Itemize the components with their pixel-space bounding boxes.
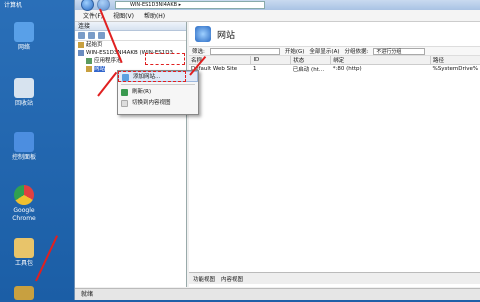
toolkit-desktop-icon[interactable]: 工具包 xyxy=(4,238,44,268)
content-view-icon xyxy=(121,100,128,107)
menu-help[interactable]: 帮助(H) xyxy=(144,11,165,20)
control-panel-desktop-icon[interactable]: 控制面板 xyxy=(4,132,44,162)
folder-icon xyxy=(14,238,34,258)
menu-item-switch-content-view[interactable]: 切换到内容视图 xyxy=(118,98,198,109)
menu-view[interactable]: 视图(V) xyxy=(113,11,134,20)
group-by-select[interactable]: 不进行分组 xyxy=(373,47,426,55)
cell-status: 已启动 (ht... xyxy=(292,67,325,73)
control-panel-icon xyxy=(14,132,34,152)
main-pane: 网站 筛选: 开始(G) 全部显示(A) 分组依据: 不进行分组 名称 ID 状… xyxy=(189,22,480,287)
recycle-bin-desktop-icon[interactable]: 回收站 xyxy=(4,78,44,108)
connect-icon[interactable] xyxy=(78,32,85,39)
computer-icon-label: 计算机 xyxy=(4,2,23,9)
refresh-icon xyxy=(121,89,128,96)
iis-icon xyxy=(14,286,34,300)
filter-input[interactable] xyxy=(209,47,280,55)
menu-bar: 文件(F) 视图(V) 帮助(H) xyxy=(75,10,480,22)
recycle-bin-icon xyxy=(14,78,34,98)
tab-content-view[interactable]: 内容视图 xyxy=(221,275,243,283)
status-bar: 就绪 xyxy=(75,288,480,300)
table-header-row: 名称 ID 状态 绑定 路径 xyxy=(189,56,480,65)
show-all-button[interactable]: 全部显示(A) xyxy=(309,47,339,55)
chrome-icon xyxy=(14,185,34,205)
app-pool-icon xyxy=(86,57,92,64)
page-header: 网站 xyxy=(189,22,480,46)
save-icon[interactable] xyxy=(88,32,95,39)
sites-table: 名称 ID 状态 绑定 路径 Default Web Site 1 已启动 (h… xyxy=(189,56,480,73)
tab-features-view[interactable]: 功能视图 xyxy=(193,275,215,283)
filter-label: 筛选: xyxy=(192,49,205,55)
iis-manager-window: WIN-ES1D3NI4AKB ▸ 文件(F) 视图(V) 帮助(H) 连接 起… xyxy=(74,0,480,300)
connections-toolbar xyxy=(75,31,186,41)
cell-path: %SystemDrive% xyxy=(432,66,479,72)
title-bar: WIN-ES1D3NI4AKB ▸ xyxy=(75,0,480,11)
menu-separator xyxy=(121,84,195,85)
filter-bar: 筛选: 开始(G) 全部显示(A) 分组依据: 不进行分组 xyxy=(189,46,480,56)
tree-item-start-page[interactable]: 起始页 xyxy=(78,41,186,49)
network-icon xyxy=(14,22,34,42)
table-row[interactable]: Default Web Site 1 已启动 (ht... *:80 (http… xyxy=(189,65,480,73)
annotation-box-add-site xyxy=(118,71,186,82)
cell-binding: *:80 (http) xyxy=(332,66,362,72)
network-desktop-icon[interactable]: 网络 xyxy=(4,22,44,52)
annotation-box-sites xyxy=(145,53,185,65)
server-icon xyxy=(78,49,84,56)
sites-icon xyxy=(86,65,92,72)
start-page-icon xyxy=(78,41,84,48)
column-path[interactable]: 路径 xyxy=(430,56,480,65)
globe-icon xyxy=(195,26,211,42)
chrome-desktop-icon[interactable]: Google Chrome xyxy=(4,185,44,223)
menu-item-refresh[interactable]: 刷新(R) xyxy=(118,87,198,98)
connections-header: 连接 xyxy=(75,22,186,31)
column-binding[interactable]: 绑定 xyxy=(330,56,431,65)
group-by-label: 分组依据: xyxy=(344,49,369,55)
view-tabs: 功能视图 内容视图 xyxy=(189,272,480,284)
back-button[interactable] xyxy=(81,0,94,11)
column-id[interactable]: ID xyxy=(250,56,292,65)
page-title: 网站 xyxy=(217,30,236,41)
cell-id: 1 xyxy=(252,66,257,72)
address-bar[interactable]: WIN-ES1D3NI4AKB ▸ xyxy=(115,1,265,9)
refresh-icon[interactable] xyxy=(98,32,105,39)
desktop: 计算机 网络 回收站 控制面板 Google Chrome 工具包 xyxy=(0,0,74,300)
column-status[interactable]: 状态 xyxy=(290,56,332,65)
go-button[interactable]: 开始(G) xyxy=(285,47,305,55)
